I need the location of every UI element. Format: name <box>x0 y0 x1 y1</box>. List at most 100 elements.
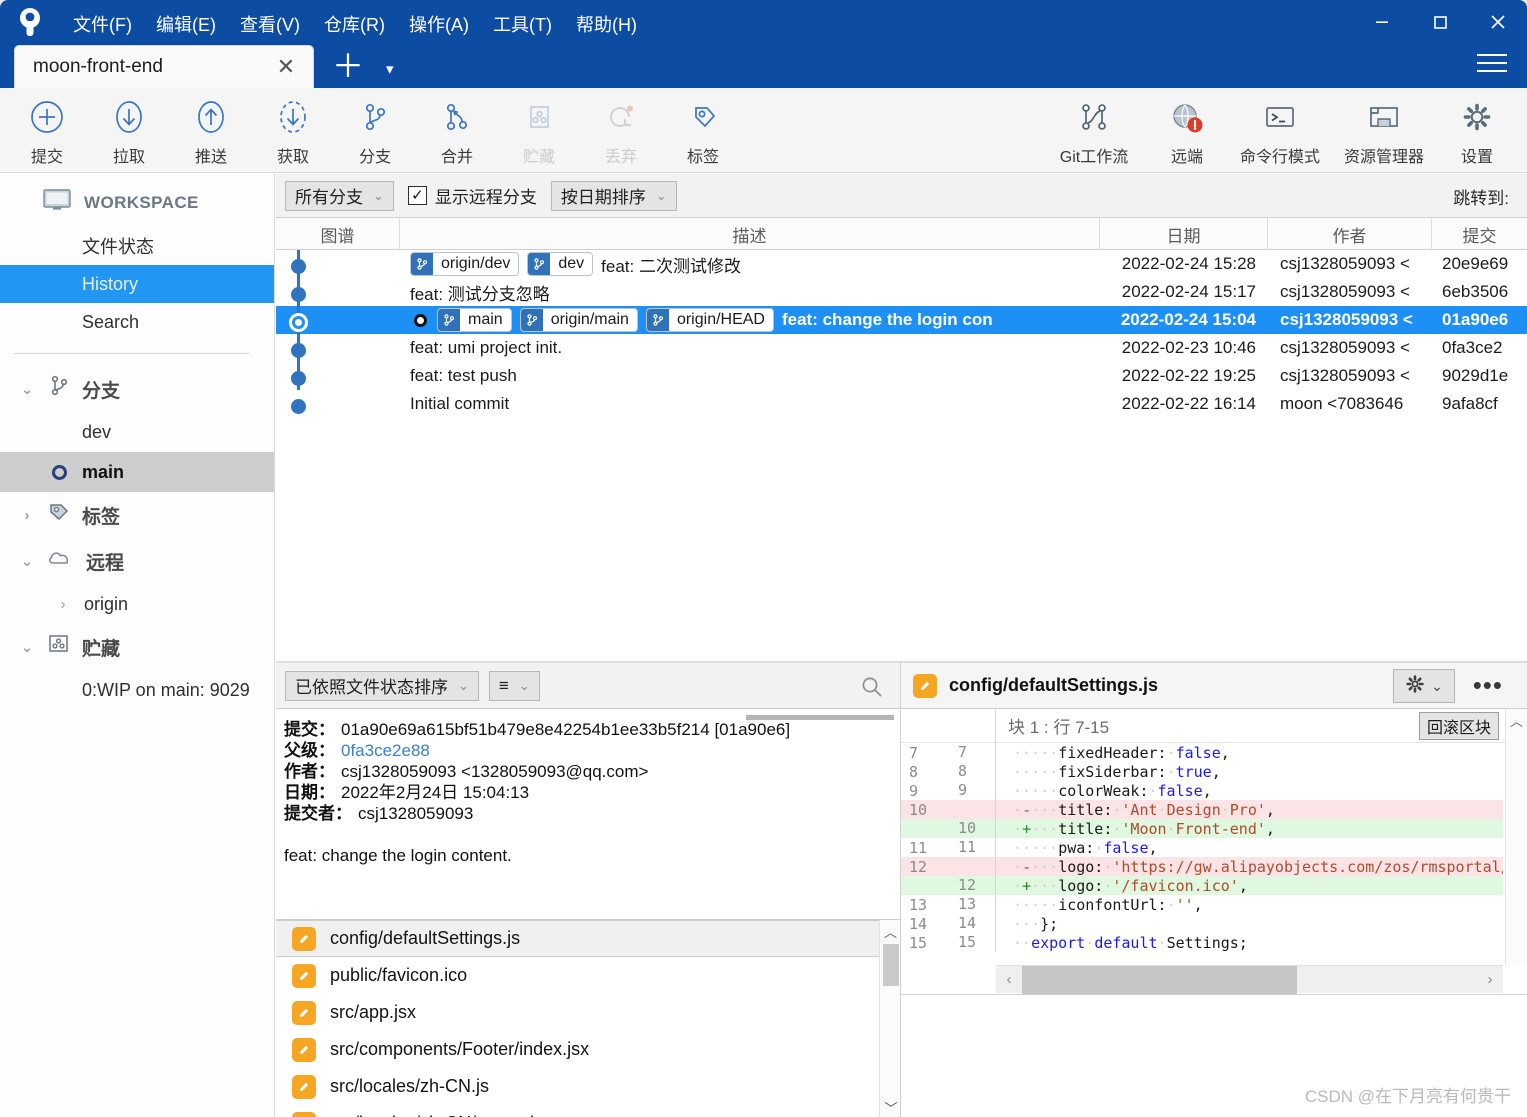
menu-item-edit[interactable]: 编辑(E) <box>145 8 227 42</box>
toolbar-fetch-button[interactable]: 获取 <box>252 91 334 171</box>
sidebar-stash-0[interactable]: 0:WIP on main: 9029 <box>0 670 274 710</box>
graph-commit-dot <box>291 343 306 358</box>
sidebar-item-history[interactable]: History <box>0 265 274 303</box>
sidebar-remote-origin[interactable]: › origin <box>0 584 274 624</box>
diff-settings-button[interactable]: ⌄ <box>1393 669 1455 703</box>
menu-item-file[interactable]: 文件(F) <box>62 8 143 42</box>
sidebar-group-tags[interactable]: › 标签 <box>0 492 274 538</box>
close-button[interactable] <box>1469 0 1527 44</box>
sidebar-branch-main[interactable]: main <box>0 452 274 492</box>
menu-item-help[interactable]: 帮助(H) <box>565 8 648 42</box>
diff-horizontal-scrollbar[interactable]: ‹ › <box>996 965 1503 994</box>
toolbar-pull-button[interactable]: 拉取 <box>88 91 170 171</box>
chevron-down-icon[interactable]: ⌄ <box>18 552 36 570</box>
toolbar-commit-button[interactable]: 提交 <box>6 91 88 171</box>
list-item[interactable]: config/defaultSettings.js <box>276 920 901 957</box>
toolbar-remote-button[interactable]: 远端 <box>1146 91 1228 171</box>
list-item[interactable]: public/favicon.ico <box>276 957 901 994</box>
chevron-right-icon[interactable]: › <box>18 507 36 524</box>
scroll-left-icon[interactable]: ‹ <box>996 971 1022 988</box>
scrollbar-thumb[interactable] <box>1022 965 1297 994</box>
toolbar-settings-button[interactable]: 设置 <box>1436 91 1518 171</box>
table-row[interactable]: main origin/main origin/HEAD feat: chang… <box>276 306 1527 334</box>
table-row[interactable]: origin/dev dev feat: 二次测试修改 2022-02-24 1… <box>276 250 1527 278</box>
branch-filter-dropdown[interactable]: 所有分支 ⌄ <box>285 180 394 211</box>
commit-author: csj1328059093 < <box>1280 254 1410 273</box>
scroll-up-icon[interactable]: ︿ <box>880 920 901 942</box>
list-item[interactable]: src/locales/zh-CN/pages.js <box>276 1105 901 1117</box>
list-item[interactable]: src/components/Footer/index.jsx <box>276 1031 901 1068</box>
tab-dropdown-icon[interactable]: ▾ <box>386 60 394 88</box>
toolbar-gitflow-button[interactable]: Git工作流 <box>1042 91 1146 171</box>
commit-description-cell: main origin/main origin/HEAD feat: chang… <box>400 306 1100 334</box>
show-remote-branches-checkbox[interactable]: ✓ 显示远程分支 <box>407 183 537 208</box>
toolbar-merge-button[interactable]: 合并 <box>416 91 498 171</box>
ref-chip-dev[interactable]: dev <box>527 252 594 276</box>
detail-value-link[interactable]: 0fa3ce2e88 <box>341 740 430 761</box>
toolbar-stash-button[interactable]: 贮藏 <box>498 91 580 171</box>
new-tab-button[interactable]: ＋ <box>332 50 364 88</box>
toolbar-terminal-button[interactable]: 命令行模式 <box>1228 91 1332 171</box>
sidebar-item-file-status[interactable]: 文件状态 <box>0 227 274 265</box>
tab-moon-front-end[interactable]: moon-front-end ✕ <box>14 45 314 88</box>
hamburger-menu-icon[interactable] <box>1477 48 1511 78</box>
diff-code-view[interactable]: 7 7 ·····fixedHeader:·false, 8 8 ·····fi… <box>901 743 1503 965</box>
sidebar-group-stashes[interactable]: ⌄ 贮藏 <box>0 624 274 670</box>
list-item[interactable]: src/locales/zh-CN.js <box>276 1068 901 1105</box>
chevron-down-icon[interactable]: ⌄ <box>18 380 36 398</box>
tab-close-icon[interactable]: ✕ <box>273 56 299 78</box>
menu-item-repo[interactable]: 仓库(R) <box>313 8 396 42</box>
ref-chip-main[interactable]: main <box>437 308 512 332</box>
column-header-description[interactable]: 描述 <box>400 218 1100 250</box>
column-header-author[interactable]: 作者 <box>1268 218 1432 250</box>
toolbar-push-button[interactable]: 推送 <box>170 91 252 171</box>
scroll-up-icon[interactable]: ︿ <box>1506 709 1527 731</box>
ref-chip-origin-head[interactable]: origin/HEAD <box>645 308 774 332</box>
file-sort-dropdown[interactable]: 已依照文件状态排序 ⌄ <box>285 670 479 701</box>
file-list-scrollbar[interactable]: ︿ ﹀ <box>879 920 901 1117</box>
table-row[interactable]: feat: test push 2022-02-22 19:25 csj1328… <box>276 362 1527 390</box>
sidebar-item-search[interactable]: Search <box>0 303 274 341</box>
menu-item-tools[interactable]: 工具(T) <box>482 8 563 42</box>
chevron-down-icon[interactable]: ⌄ <box>18 638 36 656</box>
chevron-right-icon[interactable]: › <box>54 596 72 613</box>
toolbar-explorer-button[interactable]: 资源管理器 <box>1332 91 1436 171</box>
commit-message: feat: 测试分支忽略 <box>410 284 550 304</box>
search-icon[interactable] <box>860 675 884 704</box>
scroll-down-icon[interactable]: ﹀ <box>880 1096 901 1117</box>
menu-item-view[interactable]: 查看(V) <box>229 8 311 42</box>
detail-scrollbar-thumb[interactable] <box>746 715 894 720</box>
table-row[interactable]: Initial commit 2022-02-22 16:14 moon <70… <box>276 390 1527 418</box>
toolbar-branch-button[interactable]: 分支 <box>334 91 416 171</box>
ref-chip-label: origin/main <box>550 311 629 328</box>
view-mode-dropdown[interactable]: ≡ ⌄ <box>488 670 540 701</box>
sidebar-group-remotes[interactable]: ⌄ 远程 <box>0 538 274 584</box>
scroll-right-icon[interactable]: › <box>1477 971 1503 988</box>
graph-commit-dot <box>291 371 306 386</box>
diff-line-text: ·-···logo:·'https://gw.alipayobjects.com… <box>1004 857 1503 876</box>
ellipsis-icon[interactable]: ••• <box>1473 671 1503 699</box>
diff-vertical-scrollbar[interactable]: ︿ <box>1505 709 1527 965</box>
new-line-number: 10 <box>948 819 996 838</box>
detail-field-commit: 提交： 01a90e69a615bf51b479e8e42254b1ee33b5… <box>284 719 889 740</box>
column-header-graph[interactable]: 图谱 <box>276 218 400 250</box>
table-row[interactable]: feat: umi project init. 2022-02-23 10:46… <box>276 334 1527 362</box>
minimize-button[interactable] <box>1353 0 1411 44</box>
toolbar-discard-button[interactable]: 丢弃 <box>580 91 662 171</box>
ref-chip-origin-main[interactable]: origin/main <box>519 308 638 332</box>
table-row[interactable]: feat: 测试分支忽略 2022-02-24 15:17 csj1328059… <box>276 278 1527 306</box>
scrollbar-thumb[interactable] <box>883 944 899 986</box>
ref-chip-origin-dev[interactable]: origin/dev <box>410 252 520 276</box>
column-header-commit[interactable]: 提交 <box>1432 218 1527 250</box>
toolbar-pull-label: 拉取 <box>112 148 145 166</box>
rollback-hunk-button[interactable]: 回滚区块 <box>1418 712 1499 740</box>
commit-graph-cell <box>276 250 400 278</box>
sort-order-dropdown[interactable]: 按日期排序 ⌄ <box>550 180 677 211</box>
column-header-date[interactable]: 日期 <box>1100 218 1268 250</box>
menu-item-actions[interactable]: 操作(A) <box>398 8 480 42</box>
toolbar-tag-button[interactable]: 标签 <box>662 91 744 171</box>
maximize-button[interactable] <box>1411 0 1469 44</box>
sidebar-group-branches[interactable]: ⌄ 分支 <box>0 366 274 412</box>
sidebar-branch-dev[interactable]: dev <box>0 412 274 452</box>
list-item[interactable]: src/app.jsx <box>276 994 901 1031</box>
